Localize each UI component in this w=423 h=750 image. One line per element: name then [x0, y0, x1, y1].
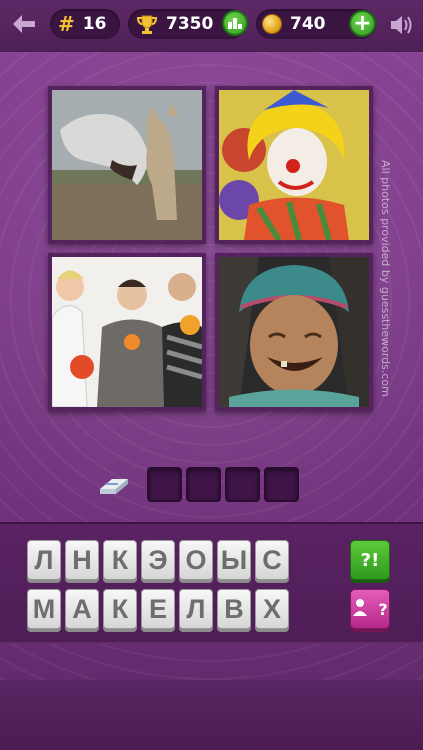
letter-key[interactable]: К	[103, 540, 137, 580]
level-counter: # 16	[50, 9, 120, 39]
letter-key[interactable]: С	[255, 540, 289, 580]
letter-key[interactable]: К	[103, 589, 137, 629]
level-hash-icon: #	[58, 12, 75, 36]
letter-key[interactable]: Э	[141, 540, 175, 580]
add-coins-button[interactable]: +	[349, 10, 376, 37]
answer-slot[interactable]	[186, 467, 221, 502]
photo-smiling-woman[interactable]	[215, 253, 373, 411]
photo-grid	[48, 86, 373, 411]
letter-key[interactable]: Х	[255, 589, 289, 629]
speaker-icon[interactable]	[388, 12, 416, 38]
letter-row-2: М А К Е Л В Х	[27, 589, 289, 629]
photo-clown[interactable]	[215, 86, 373, 244]
answer-slot[interactable]	[147, 467, 182, 502]
solve-hint-button[interactable]: ?!	[350, 540, 390, 580]
letter-key[interactable]: М	[27, 589, 61, 629]
ask-friend-button[interactable]: ?	[350, 589, 390, 629]
letter-key[interactable]: Ы	[217, 540, 251, 580]
ranking-icon[interactable]	[222, 10, 248, 36]
letter-key[interactable]: Л	[179, 589, 213, 629]
level-number: 16	[82, 14, 107, 34]
letter-row-1: Л Н К Э О Ы С	[27, 540, 289, 580]
letter-key[interactable]: Е	[141, 589, 175, 629]
back-arrow-icon[interactable]	[10, 12, 38, 36]
footer-bar	[0, 680, 423, 750]
score-value: 7350	[166, 14, 214, 34]
top-bar: # 16 7350 740 +	[0, 0, 423, 52]
letter-key[interactable]: Л	[27, 540, 61, 580]
letter-key[interactable]: О	[179, 540, 213, 580]
coins-value: 740	[290, 14, 326, 34]
coin-icon	[262, 14, 282, 34]
photo-credit: All photos provided by guessthewords.com	[379, 160, 392, 397]
eraser-icon[interactable]	[96, 475, 132, 497]
answer-slots	[147, 467, 299, 502]
letter-key[interactable]: А	[65, 589, 99, 629]
question-exclaim-icon: ?!	[360, 549, 380, 571]
answer-slot[interactable]	[264, 467, 299, 502]
ask-friend-label: ?	[378, 599, 388, 619]
ask-friend-icon	[352, 596, 378, 622]
trophy-icon	[136, 14, 158, 34]
letter-key[interactable]: Н	[65, 540, 99, 580]
photo-men-flowers[interactable]	[48, 253, 206, 411]
letter-key[interactable]: В	[217, 589, 251, 629]
answer-slot[interactable]	[225, 467, 260, 502]
photo-horses[interactable]	[48, 86, 206, 244]
